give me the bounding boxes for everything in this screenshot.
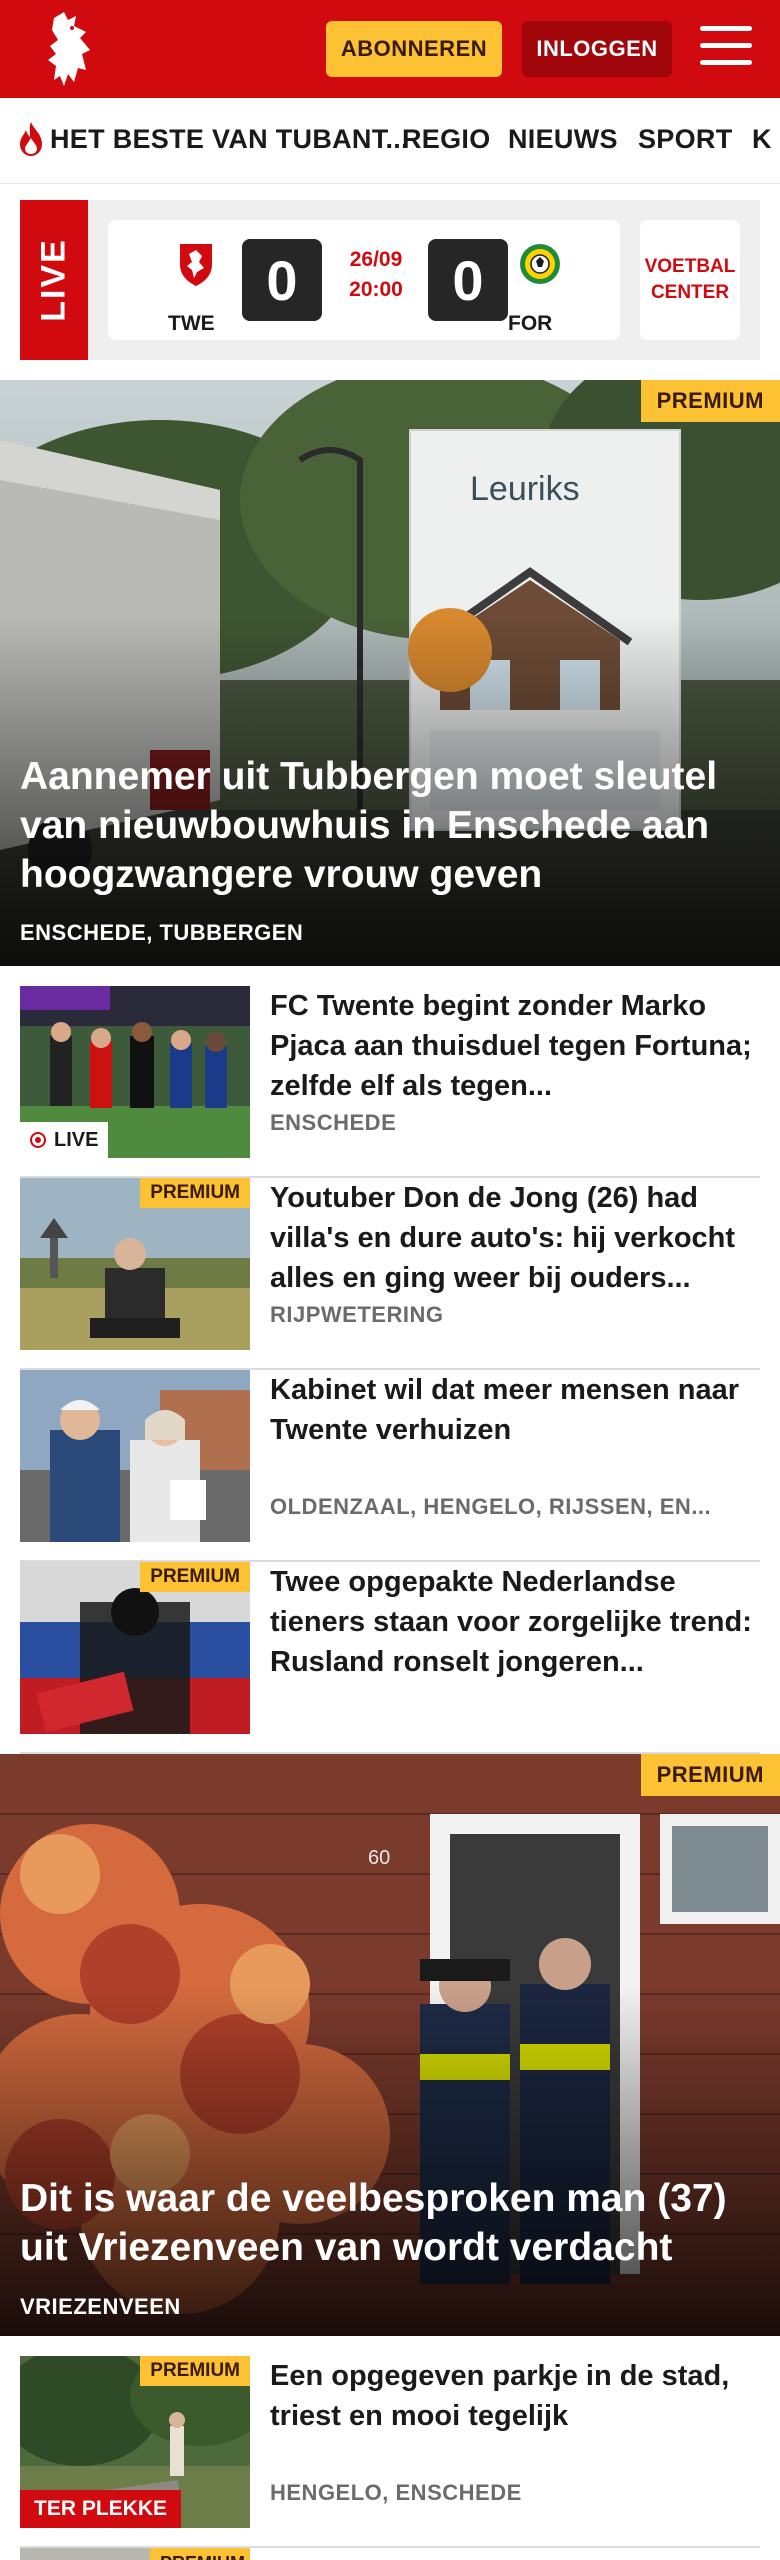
nav-item-sport[interactable]: SPORT	[638, 124, 733, 155]
article-thumbnail: PREMIUM	[20, 1562, 250, 1734]
premium-badge: PREMIUM	[140, 1178, 250, 1208]
list-item[interactable]: Kabinet wil dat meer mensen naar Twente …	[20, 1370, 760, 1562]
list-item[interactable]: PREMIUM Twee opgepakte Nederlandse tiene…	[20, 1562, 760, 1754]
away-team-code: FOR	[508, 312, 553, 335]
hero-tags[interactable]: VRIEZENVEEN	[20, 2294, 181, 2320]
premium-badge: PREMIUM	[150, 2548, 250, 2560]
login-button[interactable]: INLOGGEN	[522, 21, 672, 77]
subscribe-button[interactable]: ABONNEREN	[326, 21, 502, 77]
fortuna-crest-icon	[520, 244, 560, 284]
article-title[interactable]: Kabinet wil dat meer mensen naar Twente …	[270, 1370, 760, 1490]
hero-article-2[interactable]: 60 PREMIUM Dit is waar de veelbesproken …	[0, 1754, 780, 2336]
article-tags[interactable]: RIJPWETERING	[270, 1302, 750, 1328]
live-tab[interactable]: LIVE	[20, 200, 88, 360]
tubantia-horse-logo-icon[interactable]	[34, 10, 106, 90]
ter-plekke-badge: TER PLEKKE	[20, 2490, 182, 2528]
match-date: 26/09	[349, 248, 403, 271]
list-item-partial[interactable]: PREMIUM	[20, 2548, 760, 2560]
article-tags[interactable]: ENSCHEDE	[270, 1110, 750, 1136]
nav-item-nieuws[interactable]: NIEUWS	[508, 124, 618, 155]
fc-twente-crest-icon	[180, 244, 212, 286]
list-item[interactable]: PREMIUM Youtuber Don de Jong (26) had vi…	[20, 1178, 760, 1370]
article-thumbnail	[20, 1370, 250, 1542]
hero-title[interactable]: Aannemer uit Tubbergen moet sleutel van …	[20, 752, 760, 899]
article-title[interactable]: FC Twente begint zonder Marko Pjaca aan …	[270, 986, 760, 1106]
match-card[interactable]: TWE 0 26/09 20:00 0 FOR	[108, 220, 620, 340]
hero-tags[interactable]: ENSCHEDE, TUBBERGEN	[20, 920, 303, 946]
away-score: 0	[428, 239, 508, 321]
home-score: 0	[242, 239, 322, 321]
svg-text:Leuriks: Leuriks	[470, 470, 580, 508]
article-title[interactable]: Een opgegeven parkje in de stad, triest …	[270, 2356, 760, 2476]
list-item[interactable]: PREMIUM TER PLEKKE Een opgegeven parkje …	[20, 2356, 760, 2548]
voetbal-center-link[interactable]: VOETBAL CENTER	[640, 220, 740, 340]
flame-icon	[20, 122, 42, 156]
match-time: 20:00	[349, 278, 403, 301]
top-bar: ABONNEREN INLOGGEN	[0, 0, 780, 98]
home-team-code: TWE	[168, 312, 215, 335]
hero-title[interactable]: Dit is waar de veelbesproken man (37) ui…	[20, 2174, 760, 2272]
article-tags[interactable]: OLDENZAAL, HENGELO, RIJSSEN, EN...	[270, 1494, 750, 1520]
list-item[interactable]: LIVE FC Twente begint zonder Marko Pjaca…	[20, 986, 760, 1178]
article-title[interactable]: Youtuber Don de Jong (26) had villa's en…	[270, 1178, 760, 1298]
article-thumbnail: LIVE	[20, 986, 250, 1158]
nav-item-more[interactable]: K	[752, 124, 772, 155]
article-tags[interactable]: HENGELO, ENSCHEDE	[270, 2480, 750, 2506]
hero-article[interactable]: Leuriks PREMIUM Aannemer uit Tubbergen m…	[0, 380, 780, 966]
live-badge: LIVE	[20, 1122, 109, 1158]
premium-badge: PREMIUM	[640, 380, 780, 422]
premium-badge: PREMIUM	[140, 1562, 250, 1592]
section-nav: HET BESTE VAN TUBANT... REGIO NIEUWS SPO…	[0, 98, 780, 184]
premium-badge: PREMIUM	[140, 2356, 250, 2386]
article-thumbnail: PREMIUM	[20, 1178, 250, 1350]
article-thumbnail: PREMIUM TER PLEKKE	[20, 2356, 250, 2528]
nav-item-regio[interactable]: REGIO	[402, 124, 491, 155]
menu-icon[interactable]	[700, 26, 752, 70]
nav-item-best-of[interactable]: HET BESTE VAN TUBANT...	[50, 124, 409, 155]
live-score-widget: LIVE TWE 0 26/09 20:00 0 FOR VOETBAL CEN…	[20, 200, 760, 360]
article-title[interactable]: Twee opgepakte Nederlandse tieners staan…	[270, 1562, 760, 1682]
premium-badge: PREMIUM	[640, 1754, 780, 1796]
svg-text:60: 60	[368, 1847, 390, 1869]
